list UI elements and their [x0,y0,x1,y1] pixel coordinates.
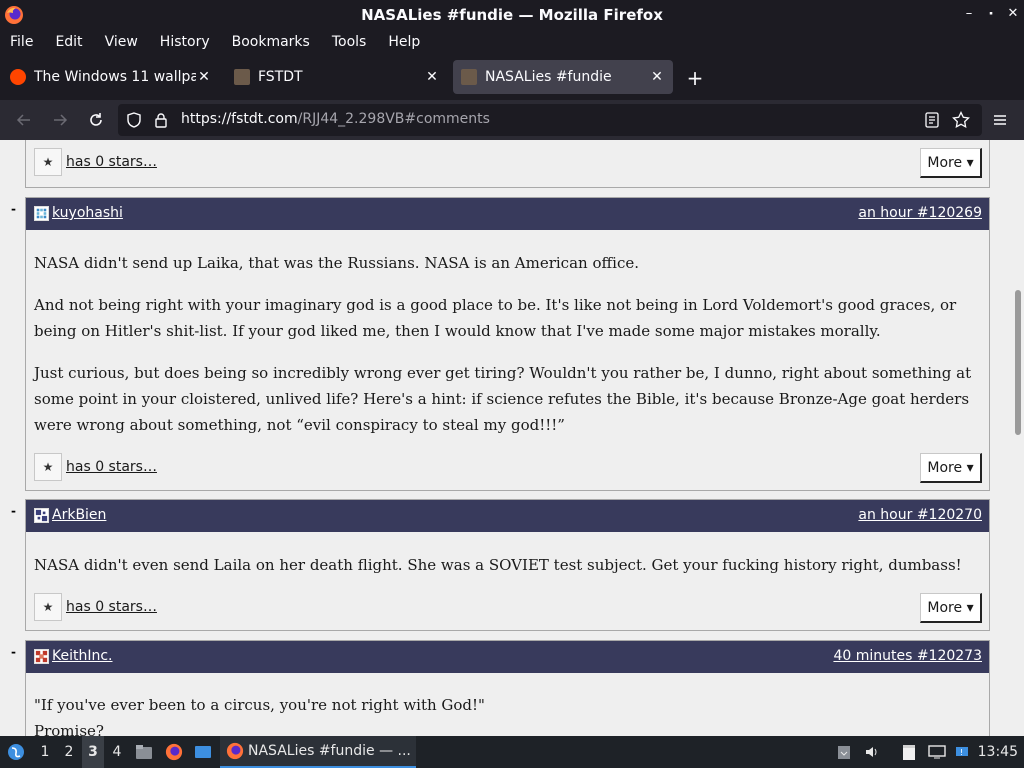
more-button[interactable]: More ▾ [920,453,982,483]
comment-card: KeithInc. 40 minutes #120273 "If you've … [25,640,990,736]
comment-permalink[interactable]: an hour #120269 [858,205,982,221]
menu-edit[interactable]: Edit [55,34,82,50]
collapse-toggle[interactable]: - [11,202,16,216]
comment-card: ★ has 0 stars… More ▾ [25,140,990,188]
star-vote-button[interactable]: ★ [34,148,62,176]
comment-card: kuyohashi an hour #120269 NASA didn't se… [25,197,990,491]
notes-icon[interactable] [898,736,920,768]
menu-view[interactable]: View [105,34,138,50]
reader-view-icon[interactable] [924,112,940,132]
menu-tools[interactable]: Tools [332,34,367,50]
comment-text: "If you've ever been to a circus, you're… [34,696,485,714]
comment-permalink[interactable]: 40 minutes #120273 [833,648,982,664]
firefox-logo-icon [5,6,23,24]
star-vote-button[interactable]: ★ [34,593,62,621]
firefox-icon [226,742,244,760]
fstdt-icon [461,69,477,85]
reddit-icon [10,69,26,85]
system-taskbar: 1 2 3 4 NASALies #fundie — ... ! 13:45 [0,736,1024,768]
url-path: /RJJ44_2.298VB#comments [297,111,490,127]
comment-text: Just curious, but does being so incredib… [34,364,972,434]
menu-history[interactable]: History [160,34,210,50]
comment-header: ArkBien an hour #120270 [26,500,989,532]
user-avatar-icon [34,649,49,664]
comment-card: ArkBien an hour #120270 NASA didn't even… [25,499,990,631]
close-tab-icon[interactable]: ✕ [649,69,665,85]
app-menu-icon[interactable] [4,736,28,768]
maximize-button[interactable]: ⬝ [980,6,1002,21]
url-host: https://fstdt.com [181,111,298,127]
window-title: NASALies #fundie — Mozilla Firefox [361,6,663,24]
url-text[interactable]: https://fstdt.com/RJJ44_2.298VB#comments [181,111,490,127]
display-icon[interactable] [926,736,948,768]
user-avatar-icon [34,206,49,221]
network-icon[interactable]: ! [952,736,974,768]
comment-header: KeithInc. 40 minutes #120273 [26,641,989,673]
volume-icon[interactable] [862,736,882,768]
workspace-4[interactable]: 4 [106,736,128,768]
tab-nasalies[interactable]: NASALies #fundie ✕ [453,60,673,94]
more-button[interactable]: More ▾ [920,148,982,178]
comment-username[interactable]: KeithInc. [52,648,113,664]
collapse-toggle[interactable]: - [11,504,16,518]
close-tab-icon[interactable]: ✕ [424,69,440,85]
desktop-icon[interactable] [192,736,214,768]
close-tab-icon[interactable]: ✕ [196,69,212,85]
taskbar-firefox-window[interactable]: NASALies #fundie — ... [220,736,416,768]
user-avatar-icon [34,508,49,523]
menu-bar: File Edit View History Bookmarks Tools H… [0,30,1024,54]
forward-arrow-icon[interactable] [48,108,72,132]
menu-file[interactable]: File [10,34,33,50]
window-titlebar: NASALies #fundie — Mozilla Firefox – ⬝ ✕ [0,0,1024,30]
close-window-button[interactable]: ✕ [1002,6,1024,21]
tab-bar: The Windows 11 wallpap ✕ FSTDT ✕ NASALie… [0,54,1024,100]
star-vote-button[interactable]: ★ [34,453,62,481]
navigation-toolbar: https://fstdt.com/RJJ44_2.298VB#comments [0,100,1024,140]
collapse-toggle[interactable]: - [11,645,16,659]
comment-text: And not being right with your imaginary … [34,296,957,340]
fstdt-icon [234,69,250,85]
workspace-1[interactable]: 1 [34,736,56,768]
comment-header: kuyohashi an hour #120269 [26,198,989,230]
firefox-launcher-icon[interactable] [163,736,185,768]
taskbar-window-label: NASALies #fundie — ... [248,743,411,759]
stars-link[interactable]: has 0 stars… [66,459,157,475]
menu-help[interactable]: Help [388,34,420,50]
new-tab-button[interactable]: + [684,66,706,90]
tab-windows-wallpaper[interactable]: The Windows 11 wallpap ✕ [2,60,220,94]
page-scrollbar[interactable] [1012,140,1024,736]
lock-icon[interactable] [154,112,168,132]
tab-label: The Windows 11 wallpap [34,69,196,85]
more-button[interactable]: More ▾ [920,593,982,623]
url-bar[interactable]: https://fstdt.com/RJJ44_2.298VB#comments [118,104,982,136]
tab-fstdt[interactable]: FSTDT ✕ [226,60,448,94]
tab-label: NASALies #fundie [485,69,612,85]
workspace-3[interactable]: 3 [82,736,104,768]
workspace-2[interactable]: 2 [58,736,80,768]
tab-label: FSTDT [258,69,303,85]
clipboard-icon[interactable] [834,736,854,768]
svg-text:!: ! [960,748,963,757]
hamburger-menu-icon[interactable] [988,108,1012,132]
tracking-shield-icon[interactable] [126,112,142,132]
clock: 13:45 [977,744,1018,760]
comment-text: NASA didn't send up Laika, that was the … [34,254,639,272]
scrollbar-thumb[interactable] [1015,290,1021,435]
comment-username[interactable]: kuyohashi [52,205,123,221]
comment-permalink[interactable]: an hour #120270 [858,507,982,523]
comment-text: NASA didn't even send Laila on her death… [34,556,962,574]
comment-username[interactable]: ArkBien [52,507,106,523]
stars-link[interactable]: has 0 stars… [66,154,157,170]
comment-text: Promise? [34,722,104,736]
reload-icon[interactable] [84,108,108,132]
file-manager-icon[interactable] [133,736,155,768]
minimize-button[interactable]: – [958,6,980,21]
back-arrow-icon[interactable] [12,108,36,132]
stars-link[interactable]: has 0 stars… [66,599,157,615]
page-content: ★ has 0 stars… More ▾ - kuyohashi an hou… [0,140,1012,736]
bookmark-star-icon[interactable] [952,110,970,133]
menu-bookmarks[interactable]: Bookmarks [232,34,310,50]
